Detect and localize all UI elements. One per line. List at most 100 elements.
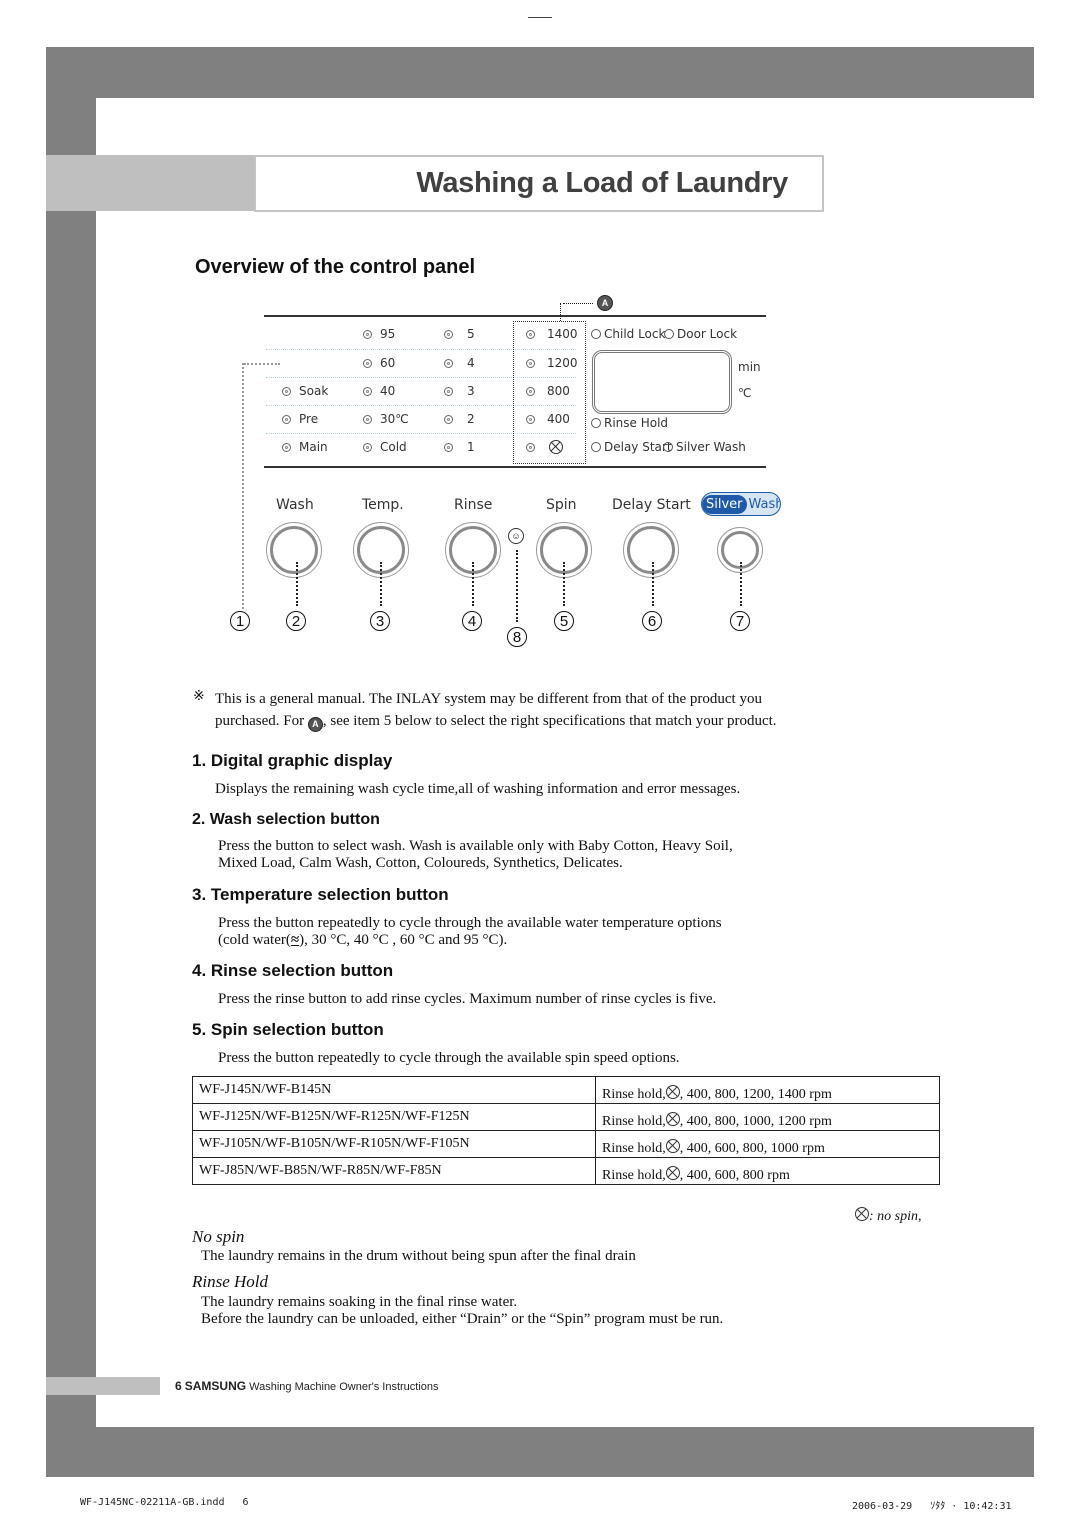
leader-line xyxy=(563,562,565,606)
section-title: Overview of the control panel xyxy=(195,256,476,278)
page-frame-left xyxy=(46,1395,96,1427)
table-row: WF-J145N/WF-B145N Rinse hold, , 400, 800,… xyxy=(192,1076,940,1104)
note-text-part: , see item 5 below to select the right s… xyxy=(322,713,777,729)
callout-number-2: 2 xyxy=(286,611,306,631)
indicator-led-icon xyxy=(526,442,535,452)
indicator-label: 95 xyxy=(380,327,396,341)
child-lock-icon: ☺ xyxy=(508,528,524,544)
indicator-led-icon xyxy=(363,358,372,368)
section-text-display: Displays the remaining wash cycle time,a… xyxy=(215,781,741,797)
callout-a-leader xyxy=(560,303,561,321)
table-row: WF-J125N/WF-B125N/WF-R125N/WF-F125N Rins… xyxy=(192,1103,940,1131)
indicator-label: 800 xyxy=(547,384,570,398)
footer-caption: Washing Machine Owner's Instructions xyxy=(249,1381,439,1393)
indicator-label: 400 xyxy=(547,412,570,426)
spin-indicator: 400 xyxy=(526,412,570,426)
indicator-label: Main xyxy=(299,440,328,454)
indicator-led-icon xyxy=(444,414,453,424)
text-line: The laundry remains soaking in the final… xyxy=(201,1294,518,1310)
display-leader xyxy=(244,363,280,365)
legend-text: : no spin, xyxy=(869,1209,922,1224)
callout-a-badge: A xyxy=(307,716,323,732)
indicator-led-icon xyxy=(363,442,372,452)
page-frame-left xyxy=(46,211,96,1377)
section-text-temperature: Press the button repeatedly to cycle thr… xyxy=(218,915,722,949)
temp-indicator: Cold xyxy=(363,440,407,454)
note-line: This is a general manual. The INLAY syst… xyxy=(215,691,762,707)
temp-button-label: Temp. xyxy=(362,497,404,513)
cell-text: , 400, 600, 800, 1000 rpm xyxy=(679,1141,825,1156)
no-spin-heading: No spin xyxy=(192,1227,245,1246)
rinse-hold-indicator: Rinse Hold xyxy=(591,416,668,430)
page-footer: 6 SAMSUNG Washing Machine Owner's Instru… xyxy=(175,1379,439,1393)
callout-number-1: 1 xyxy=(230,611,250,631)
temp-indicator: 30℃ xyxy=(363,412,409,426)
note-line: purchased. For A, see item 5 below to se… xyxy=(215,710,925,732)
indicator-label: Cold xyxy=(380,440,407,454)
leader-line xyxy=(652,562,654,606)
cell-text: , 400, 800, 1000, 1200 rpm xyxy=(679,1114,832,1129)
display-unit-celsius: ℃ xyxy=(738,386,752,400)
text-line: Press the button to select wash. Wash is… xyxy=(218,838,733,854)
footer-accent-block xyxy=(46,1377,160,1395)
no-spin-icon xyxy=(665,1166,680,1180)
display-unit-min: min xyxy=(738,360,761,374)
print-timestamp: 2006-03-29 ｿﾀﾀ · 10:42:31 xyxy=(852,1501,1012,1512)
no-spin-icon xyxy=(549,440,563,454)
rinse-indicator: 2 xyxy=(444,412,475,426)
temp-indicator: 40 xyxy=(363,384,395,398)
rinse-indicator: 4 xyxy=(444,356,475,370)
indicator-label: 1200 xyxy=(547,356,578,370)
indicator-led-icon xyxy=(444,386,453,396)
text-part: (cold water( xyxy=(218,932,291,948)
brand-name: SAMSUNG xyxy=(184,1379,247,1393)
rinse-hold-text: The laundry remains soaking in the final… xyxy=(201,1294,723,1328)
page-title: Washing a Load of Laundry xyxy=(416,167,788,199)
rinse-indicator: 1 xyxy=(444,440,475,454)
section-text-spin: Press the button repeatedly to cycle thr… xyxy=(218,1050,680,1066)
cell-text: , 400, 600, 800 rpm xyxy=(679,1168,790,1183)
callout-number-6: 6 xyxy=(642,611,662,631)
indicator-led-icon xyxy=(591,418,601,428)
table-cell-models: WF-J105N/WF-B105N/WF-R105N/WF-F105N xyxy=(192,1130,596,1158)
section-heading-wash: 2. Wash selection button xyxy=(192,811,380,828)
indicator-label: 60 xyxy=(380,356,396,370)
digital-display xyxy=(592,350,732,414)
section-heading-spin: 5. Spin selection button xyxy=(192,1020,384,1039)
cell-text: , 400, 800, 1200, 1400 rpm xyxy=(679,1087,832,1102)
text-line: Before the laundry can be unloaded, eith… xyxy=(201,1311,724,1327)
indicator-led-icon xyxy=(363,329,372,339)
title-accent-block xyxy=(46,155,254,211)
indicator-label: 3 xyxy=(467,384,475,398)
indicator-led-icon xyxy=(282,414,291,424)
indicator-label: 40 xyxy=(380,384,396,398)
section-heading-temperature: 3. Temperature selection button xyxy=(192,885,449,904)
wash-indicator-main: Main xyxy=(282,440,328,454)
page-frame-bottom xyxy=(46,1427,1034,1477)
indicator-led-icon xyxy=(591,329,601,339)
rinse-indicator: 3 xyxy=(444,384,475,398)
callout-a-badge: A xyxy=(597,295,613,311)
table-cell-speeds: Rinse hold, , 400, 600, 800 rpm xyxy=(595,1157,940,1185)
table-cell-speeds: Rinse hold, , 400, 800, 1000, 1200 rpm xyxy=(595,1103,940,1131)
text-line: (cold water(≈), 30 °C, 40 °C , 60 °C and… xyxy=(218,932,722,949)
delay-start-button-label: Delay Start xyxy=(612,497,691,513)
section-heading-rinse: 4. Rinse selection button xyxy=(192,961,394,980)
indicator-label: 1 xyxy=(467,440,475,454)
wash-button[interactable] xyxy=(266,522,322,578)
indicator-label: 4 xyxy=(467,356,475,370)
delay-start-button[interactable] xyxy=(623,522,679,578)
indicator-led-icon xyxy=(591,442,601,452)
text-part: ), 30 °C, 40 °C , 60 °C and 95 °C). xyxy=(299,932,508,948)
leader-line xyxy=(296,562,298,606)
page-number: 6 xyxy=(175,1379,182,1393)
indicator-led-icon xyxy=(363,386,372,396)
indicator-led-icon xyxy=(282,442,291,452)
no-spin-legend: : no spin, xyxy=(855,1207,922,1225)
indicator-label: Child Lock xyxy=(604,327,666,341)
spin-indicator: 800 xyxy=(526,384,570,398)
callout-number-3: 3 xyxy=(370,611,390,631)
spin-indicator-no-spin xyxy=(526,440,563,454)
indicator-led-icon xyxy=(526,414,535,424)
no-spin-icon xyxy=(665,1085,680,1099)
